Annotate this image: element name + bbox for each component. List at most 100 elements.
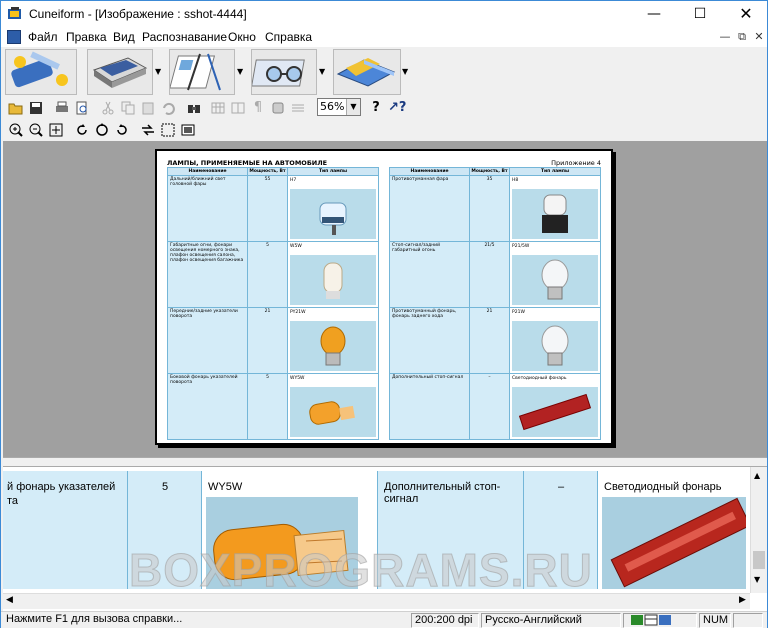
image-toolbar bbox=[3, 119, 223, 141]
document-title: ЛАМПЫ, ПРИМЕНЯЕМЫЕ НА АВТОМОБИЛЕ bbox=[167, 159, 328, 167]
rotate-180-icon[interactable] bbox=[93, 121, 111, 139]
lamp-name: Передние/задние указатели поворота bbox=[167, 307, 248, 374]
lamp-power: 35 bbox=[469, 175, 510, 242]
cut-icon[interactable] bbox=[99, 99, 117, 117]
lamp-name: Дополнительный стоп-сигнал bbox=[389, 373, 470, 440]
print-icon[interactable] bbox=[53, 99, 71, 117]
image-view[interactable]: ЛАМПЫ, ПРИМЕНЯЕМЫЕ НА АВТОМОБИЛЕ Приложе… bbox=[3, 141, 767, 457]
menu-recognition[interactable]: Распознавание bbox=[142, 30, 227, 44]
header-power: Мощность, Вт bbox=[469, 167, 510, 176]
lamp-type: W5W bbox=[290, 244, 302, 249]
paragraph-icon[interactable]: ¶ bbox=[249, 99, 267, 117]
minimize-button[interactable]: — bbox=[631, 1, 677, 27]
columns-icon[interactable] bbox=[229, 99, 247, 117]
lamp-type: PY21W bbox=[290, 310, 306, 315]
lamp-type: H7 bbox=[290, 178, 297, 183]
pane-splitter[interactable] bbox=[3, 457, 767, 467]
zoom-select[interactable]: 56% ▼ bbox=[317, 98, 361, 116]
header-type: Тип лампы bbox=[509, 167, 601, 176]
rotate-left-icon[interactable] bbox=[73, 121, 91, 139]
mdi-restore-button[interactable]: ⧉ bbox=[734, 30, 750, 44]
frame-icon[interactable] bbox=[269, 99, 287, 117]
print-preview-icon[interactable] bbox=[73, 99, 91, 117]
menu-window[interactable]: Окно bbox=[228, 30, 256, 44]
send-button[interactable] bbox=[333, 49, 401, 95]
close-button[interactable]: ✕ bbox=[723, 1, 768, 27]
vertical-scrollbar[interactable]: ▲ ▼ bbox=[750, 467, 767, 593]
scanned-page[interactable]: ЛАМПЫ, ПРИМЕНЯЕМЫЕ НА АВТОМОБИЛЕ Приложе… bbox=[155, 149, 613, 445]
help-icon[interactable]: ? bbox=[367, 99, 385, 117]
table-row: Противотуманная фара 35 H8 bbox=[389, 175, 601, 242]
zoom-dropdown-arrow[interactable]: ▼ bbox=[346, 99, 360, 115]
py21w-bulb-image bbox=[290, 321, 376, 371]
document-icon[interactable] bbox=[7, 30, 21, 44]
rotate-right-icon[interactable] bbox=[113, 121, 131, 139]
lamp-name: Дальний/ближний свет головной фары bbox=[167, 175, 248, 242]
lamp-type-cell: P21/5W bbox=[509, 241, 601, 308]
zoom-in-icon[interactable] bbox=[7, 121, 25, 139]
scroll-left-arrow[interactable]: ◀ bbox=[6, 595, 13, 605]
layout-button[interactable] bbox=[169, 49, 235, 95]
zoom-cell-type-2-text: Светодиодный фонарь bbox=[604, 481, 722, 493]
vertical-scroll-thumb[interactable] bbox=[753, 551, 765, 569]
table-row: Габаритные огни, фонари освещения номерн… bbox=[167, 241, 379, 308]
table-row: Боковой фонарь указателей поворота 5 WY5… bbox=[167, 373, 379, 440]
zoom-out-icon[interactable] bbox=[27, 121, 45, 139]
invert-icon[interactable] bbox=[139, 121, 157, 139]
lamp-power: 21 bbox=[469, 307, 510, 374]
recognize-dropdown-arrow[interactable]: ▼ bbox=[319, 67, 325, 76]
find-icon[interactable] bbox=[185, 99, 203, 117]
layout-dropdown-arrow[interactable]: ▼ bbox=[237, 67, 243, 76]
save-icon[interactable] bbox=[27, 99, 45, 117]
maximize-button[interactable]: ☐ bbox=[677, 1, 723, 27]
scroll-right-arrow[interactable]: ▶ bbox=[739, 595, 746, 605]
zoom-view[interactable]: й фонарь указателей та 5 WY5W Дополнител… bbox=[3, 467, 767, 611]
zoom-cell-type-2: Светодиодный фонарь bbox=[597, 471, 751, 589]
fit-page-icon[interactable] bbox=[47, 121, 65, 139]
undo-icon[interactable] bbox=[159, 99, 177, 117]
zoom-value: 56% bbox=[320, 100, 345, 113]
status-dpi: 200:200 dpi bbox=[411, 613, 479, 628]
scan-dropdown-arrow[interactable]: ▼ bbox=[155, 67, 161, 76]
header-name: Наименование bbox=[389, 167, 470, 176]
open-icon[interactable] bbox=[7, 99, 25, 117]
mdi-close-button[interactable]: ✕ bbox=[751, 30, 767, 44]
copy-icon[interactable] bbox=[119, 99, 137, 117]
scroll-down-arrow[interactable]: ▼ bbox=[754, 575, 760, 584]
scroll-up-arrow[interactable]: ▲ bbox=[754, 471, 760, 480]
image-icon[interactable] bbox=[179, 121, 197, 139]
send-dropdown-arrow[interactable]: ▼ bbox=[402, 67, 408, 76]
standard-toolbar: ¶ 56% ▼ ? ↗? bbox=[3, 97, 423, 119]
scan-and-read-button[interactable] bbox=[5, 49, 77, 95]
lamp-type-cell: P21W bbox=[509, 307, 601, 374]
window-title: Cuneiform - [Изображение : sshot-4444] bbox=[29, 7, 247, 21]
zoom-cell-name-2-text: Дополнительный стоп-сигнал bbox=[384, 481, 501, 505]
horizontal-scrollbar[interactable]: ◀ ▶ bbox=[3, 593, 750, 609]
table-icon[interactable] bbox=[209, 99, 227, 117]
menu-file[interactable]: Файл bbox=[28, 30, 58, 44]
p21w-bulb-image bbox=[512, 321, 598, 371]
lamp-type-cell: H8 bbox=[509, 175, 601, 242]
scan-button[interactable] bbox=[87, 49, 153, 95]
zoom-cell-power-2-text: – bbox=[558, 481, 565, 493]
lines-icon[interactable] bbox=[289, 99, 307, 117]
status-empty bbox=[733, 613, 763, 628]
status-view-mode bbox=[623, 613, 697, 628]
lamp-power: 55 bbox=[247, 175, 288, 242]
lamp-type: P21W bbox=[512, 310, 525, 315]
lamp-name: Стоп-сигнал/задний габаритный огонь bbox=[389, 241, 470, 308]
menu-edit[interactable]: Правка bbox=[66, 30, 107, 44]
p215w-bulb-image bbox=[512, 255, 598, 305]
lamp-power: – bbox=[469, 373, 510, 440]
table-row: Передние/задние указатели поворота 21 PY… bbox=[167, 307, 379, 374]
header-name: Наименование bbox=[167, 167, 248, 176]
menu-view[interactable]: Вид bbox=[113, 30, 135, 44]
select-area-icon[interactable] bbox=[159, 121, 177, 139]
mdi-minimize-button[interactable]: — bbox=[717, 30, 733, 44]
context-help-icon[interactable]: ↗? bbox=[387, 99, 406, 117]
recognize-button[interactable] bbox=[251, 49, 317, 95]
layout-icon bbox=[169, 53, 221, 91]
status-language: Русско-Английский bbox=[481, 613, 621, 628]
menu-help[interactable]: Справка bbox=[265, 30, 312, 44]
paste-icon[interactable] bbox=[139, 99, 157, 117]
